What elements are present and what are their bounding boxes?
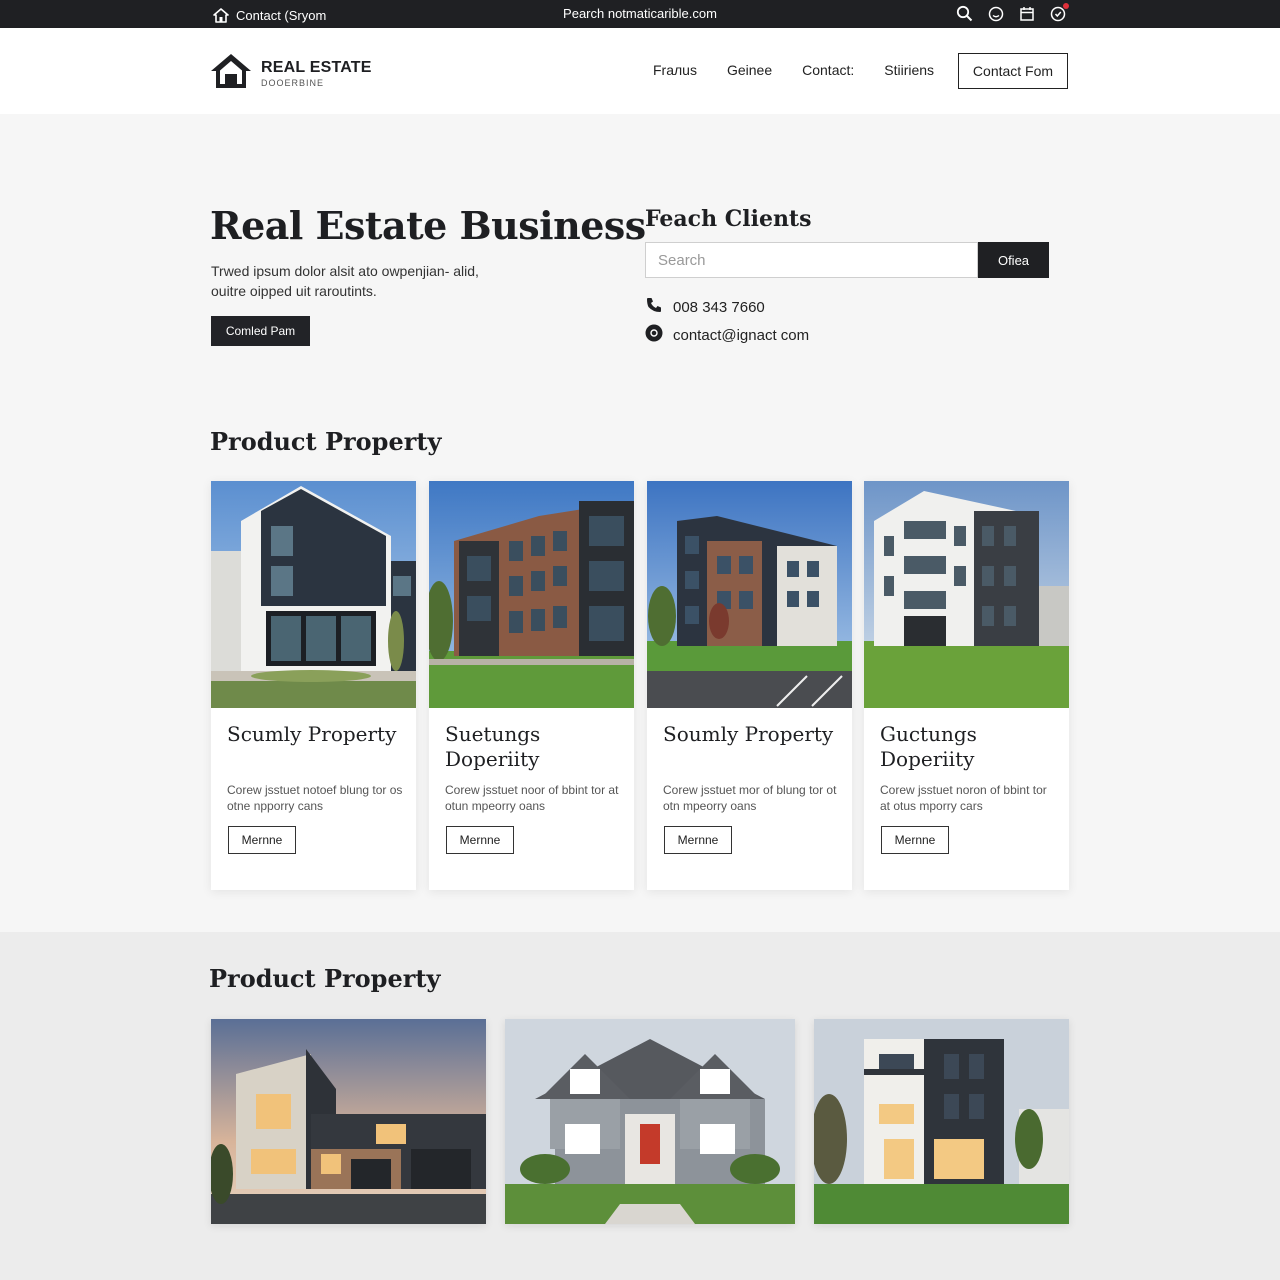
property-photo-large[interactable] [814,1019,1069,1224]
brand-title: REAL ESTATE [261,58,372,76]
email-line: contact@ignact com [645,324,809,346]
main-nav: Frалus Geinee Contact: Stiiriens [653,62,934,78]
product-property-title: Product Property [210,427,442,456]
card-more-button[interactable]: Mernne [664,826,732,854]
calendar-icon[interactable] [1017,4,1036,23]
email-address[interactable]: contact@ignact com [673,327,809,344]
card-description: Corew jsstuet notoef blung tor os otne n… [227,783,403,813]
property-photo [864,481,1069,708]
property-photo [211,481,416,708]
brand-logo[interactable]: REAL ESTATE DOOERBINE [209,52,372,95]
top-bar: Contact (Sryom Pearch notmaticarible.com [0,0,1280,28]
contact-form-button[interactable]: Contact Fom [958,53,1068,89]
property-photo [429,481,634,708]
property-photo-large[interactable] [505,1019,795,1224]
property-card[interactable]: Guctungs Doperiity Corew jsstuet noron o… [864,481,1069,890]
card-description: Corew jsstuet mor of blung tor ot otn mp… [663,783,837,813]
card-title: Scumly Property [227,722,397,746]
hero-title: Real Estate Business [210,203,646,248]
search-input[interactable] [645,242,978,278]
card-description: Corew jsstuet noor of bbint tor at otun … [445,783,619,813]
search-icon[interactable] [955,4,974,23]
nav-item-contact[interactable]: Contact: [802,62,854,78]
card-title: Suetungs Doperiity [445,722,541,771]
phone-line: 008 343 7660 [645,296,765,318]
property-photo [647,481,852,708]
clients-title: Feach Clients [645,206,812,232]
card-title: Soumly Property [663,722,834,746]
phone-number: 008 343 7660 [673,298,765,316]
card-description: Corew jsstuet noron of bbint tor at otus… [880,783,1047,813]
product-property-section-2: Product Property [0,932,1280,1280]
hero-text: Trwed ipsum dolor alsit ato owpenjian- a… [211,263,479,299]
hero-cta-button[interactable]: Comled Pam [211,316,310,346]
phone-icon [645,296,663,318]
nav-item-1[interactable]: Frалus [653,62,697,78]
topbar-website: Pearch notmaticarible.com [563,6,717,21]
card-more-button[interactable]: Mernne [446,826,514,854]
product-property-title-2: Product Property [209,964,441,993]
nav-item-4[interactable]: Stiiriens [884,62,934,78]
property-card[interactable]: Suetungs Doperiity Corew jsstuet noor of… [429,481,634,890]
site-header: REAL ESTATE DOOERBINE Frалus Geinee Cont… [0,28,1280,114]
card-more-button[interactable]: Mernne [881,826,949,854]
search-button[interactable]: Ofiea [978,242,1049,278]
card-title: Guctungs Doperiity [880,722,977,771]
property-card[interactable]: Soumly Property Corew jsstuet mor of blu… [647,481,852,890]
notification-badge [1063,3,1069,9]
smiley-icon[interactable] [986,4,1005,23]
card-more-button[interactable]: Mernne [228,826,296,854]
nav-item-2[interactable]: Geinee [727,62,772,78]
brand-subtitle: DOOERBINE [261,77,325,88]
house-logo-icon [209,52,253,95]
hero-section: Real Estate Business Trwed ipsum dolor a… [0,114,1280,932]
property-card[interactable]: Scumly Property Corew jsstuet notoef blu… [211,481,416,890]
property-photo-large[interactable] [211,1019,486,1224]
notification-icon[interactable] [1048,3,1069,23]
email-icon [645,324,663,346]
